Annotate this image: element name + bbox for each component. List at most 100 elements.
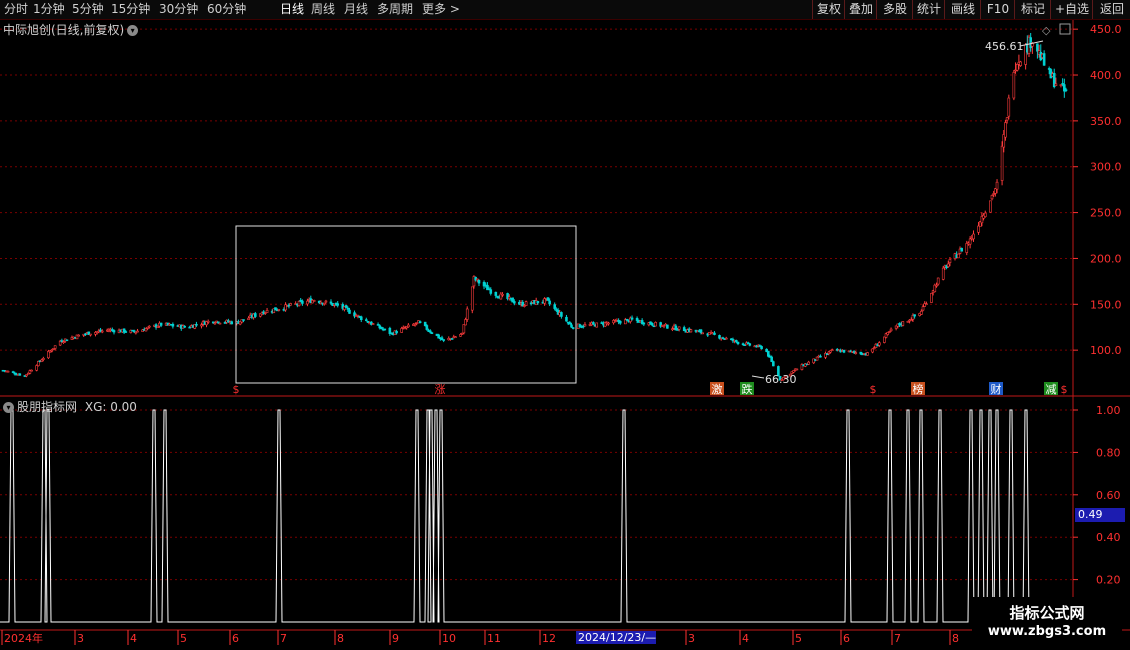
candle-body — [513, 301, 516, 304]
price-axis-label: 400.0 — [1090, 69, 1122, 82]
toolbar-button-7[interactable]: +自选 — [1050, 0, 1093, 19]
candle-body — [100, 330, 104, 333]
candle-body — [346, 307, 350, 310]
candle-body — [89, 333, 92, 336]
candle-body — [380, 326, 383, 330]
candle-body — [62, 341, 65, 343]
chevron-down-icon[interactable]: ▾ — [3, 402, 14, 413]
candle-body — [524, 301, 528, 306]
candle-body — [972, 233, 975, 240]
candle-body — [766, 350, 770, 357]
time-axis-label: 11 — [487, 632, 501, 645]
candle-body — [699, 329, 703, 334]
candle-body — [132, 330, 136, 333]
candle-body — [25, 374, 28, 377]
candle-body — [866, 352, 869, 356]
candle-body — [1007, 97, 1011, 117]
toolbar-button-4[interactable]: 画线 — [944, 0, 981, 19]
period-tab-0[interactable]: 分时 — [4, 1, 28, 18]
candle-body — [423, 321, 427, 327]
indicator-axis-label: 1.00 — [1096, 404, 1121, 417]
candle-body — [830, 349, 834, 351]
toolbar-button-1[interactable]: 叠加 — [844, 0, 877, 19]
candle-body — [901, 321, 905, 326]
candle-body — [277, 309, 281, 311]
event-marker: 财 — [991, 382, 1002, 396]
candle-body — [65, 339, 69, 342]
candle-body — [992, 193, 995, 195]
candle-body — [476, 278, 479, 281]
toolbar-button-3[interactable]: 统计 — [912, 0, 945, 19]
indicator-title[interactable]: ▾ 股朋指标网 XG: 0.00 — [3, 398, 137, 415]
candle-body — [548, 300, 551, 305]
price-axis-label: 300.0 — [1090, 161, 1122, 174]
period-tab-4[interactable]: 30分钟 — [159, 1, 198, 18]
candle-body — [871, 348, 874, 353]
candle-body — [770, 356, 773, 362]
candle-body — [689, 329, 693, 333]
candle-body — [428, 330, 432, 333]
candle-body — [454, 336, 457, 338]
time-axis-label: 7 — [280, 632, 287, 645]
toolbar-button-0[interactable]: 复权 — [812, 0, 845, 19]
candle-body — [1061, 83, 1064, 85]
candle-body — [650, 323, 654, 326]
candle-body — [18, 373, 22, 376]
toolbar-button-5[interactable]: F10 — [980, 0, 1015, 19]
period-tab-6[interactable]: 日线 — [280, 1, 304, 18]
period-tab-8[interactable]: 月线 — [344, 1, 368, 18]
period-tab-9[interactable]: 多周期 — [377, 1, 413, 18]
period-tab-7[interactable]: 周线 — [311, 1, 335, 18]
candle-body — [1004, 122, 1007, 138]
candle-body — [1015, 64, 1019, 71]
candle-body — [724, 337, 728, 340]
candle-body — [795, 368, 799, 371]
period-tab-2[interactable]: 5分钟 — [72, 1, 104, 18]
candle-body — [430, 332, 434, 334]
watermark-url: www.zbgs3.com — [987, 624, 1107, 639]
candle-body — [53, 345, 57, 349]
stock-title[interactable]: 中际旭创(日线,前复权) ▾ — [3, 21, 139, 38]
candle-body — [144, 328, 148, 332]
candle-body — [359, 316, 363, 320]
candle-body — [42, 358, 45, 360]
period-tab-5[interactable]: 60分钟 — [207, 1, 246, 18]
candle-body — [671, 328, 674, 331]
candle-body — [242, 319, 245, 321]
event-marker: $ — [1061, 383, 1068, 396]
candle-body — [376, 324, 380, 326]
candle-body — [560, 312, 563, 317]
candle-body — [297, 301, 301, 307]
period-tab-10[interactable]: 更多 > — [422, 1, 460, 18]
candle-body — [265, 309, 269, 313]
candle-body — [322, 302, 326, 305]
diamond-icon[interactable]: ◇ — [1042, 24, 1051, 37]
chevron-down-icon[interactable]: ▾ — [127, 25, 139, 36]
candle-body — [990, 195, 994, 200]
period-tab-1[interactable]: 1分钟 — [33, 1, 65, 18]
candle-body — [50, 349, 54, 352]
candle-body — [772, 361, 775, 367]
candle-body — [968, 238, 972, 245]
candle-body — [735, 340, 738, 343]
kline-chart[interactable]: 450.0 400.0 350.0 300.0 250.0 200.0 150.0 100.0… — [0, 0, 1130, 650]
candle-body — [883, 336, 886, 343]
candle-body — [925, 303, 928, 305]
high-label: 456.61 — [985, 40, 1024, 53]
candle-body — [1019, 61, 1022, 66]
period-tab-3[interactable]: 15分钟 — [111, 1, 150, 18]
candle-body — [171, 323, 175, 327]
candle-body — [464, 319, 467, 326]
candle-body — [607, 322, 610, 325]
indicator-axis-label: 0.60 — [1096, 489, 1121, 502]
candle-body — [1059, 84, 1063, 86]
candle-body — [748, 343, 752, 346]
toolbar-button-6[interactable]: 标记 — [1014, 0, 1051, 19]
stock-title-text: 中际旭创(日线,前复权) — [3, 23, 125, 37]
candle-body — [470, 286, 474, 311]
toolbar-button-2[interactable]: 多股 — [876, 0, 913, 19]
indicator-axis-label: 0.40 — [1096, 531, 1121, 544]
candle-body — [995, 181, 999, 190]
toolbar-button-8[interactable]: 返回 — [1092, 0, 1130, 19]
candle-body — [112, 330, 116, 333]
